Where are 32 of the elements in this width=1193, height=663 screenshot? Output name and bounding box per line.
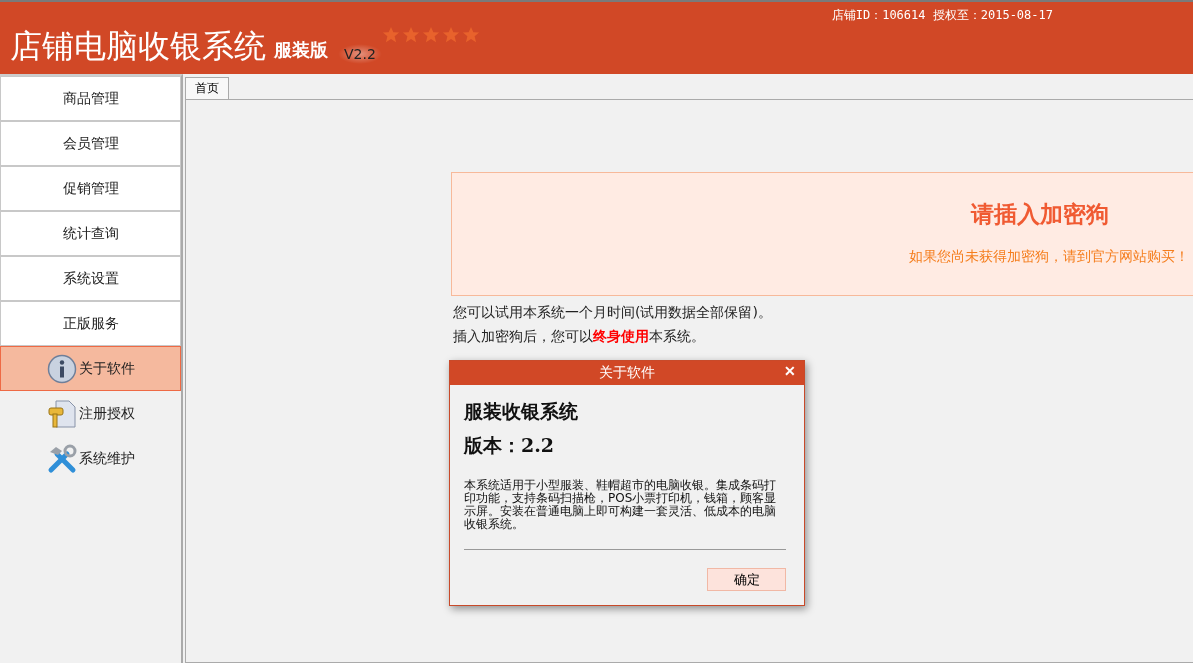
- star-icon: [381, 26, 400, 44]
- notice-subtitle: 如果您尚未获得加密狗，请到官方网站购买！: [908, 248, 1189, 266]
- ok-button[interactable]: 确定: [707, 568, 786, 591]
- app-title: 店铺电脑收银系统: [10, 30, 266, 62]
- star-icon: [461, 26, 480, 44]
- edition-label: 服装版: [274, 38, 328, 62]
- sidebar-item[interactable]: 统计查询: [0, 211, 181, 256]
- product-name: 服装收银系统: [464, 399, 579, 424]
- tab[interactable]: 首页: [185, 77, 229, 99]
- store-info: 店铺ID：106614 授权至：2015-08-17: [831, 7, 1053, 24]
- info-icon: [46, 353, 77, 384]
- sidebar-item[interactable]: 商品管理: [0, 76, 181, 121]
- notice-title: 请插入加密狗: [969, 200, 1109, 229]
- sidebar-item[interactable]: 注册授权: [0, 391, 181, 436]
- star-icon: [441, 26, 460, 44]
- sidebar-item[interactable]: 会员管理: [0, 121, 181, 166]
- version-text: 版本：2.2: [464, 433, 556, 458]
- close-button[interactable]: ✕: [784, 363, 796, 379]
- sidebar-item[interactable]: 正版服务: [0, 301, 181, 346]
- trial-text: 插入加密狗后，您可以终身使用本系统。: [453, 328, 706, 344]
- trial-text: 您可以试用本系统一个月时间(试用数据全部保留)。: [453, 304, 773, 320]
- star-icon: [401, 26, 420, 44]
- key-document-icon: [46, 398, 77, 429]
- star-icon: [421, 26, 440, 44]
- tools-icon: [46, 443, 77, 474]
- sidebar-item[interactable]: 关于软件: [0, 346, 181, 391]
- description-text: 本系统适用于小型服装、鞋帽超市的电脑收银。集成条码打印功能，支持条码扫描枪，POS小票打印机，钱箱，顾客显示屏。安装在普通电脑上即可构建一套灵活、低成本的电脑收银系统。: [464, 479, 778, 531]
- sidebar-item[interactable]: 系统设置: [0, 256, 181, 301]
- sidebar-item[interactable]: 促销管理: [0, 166, 181, 211]
- version-label: V2.2: [338, 44, 382, 64]
- sidebar-item[interactable]: 系统维护: [0, 436, 181, 481]
- dialog-title: 关于软件: [599, 364, 655, 382]
